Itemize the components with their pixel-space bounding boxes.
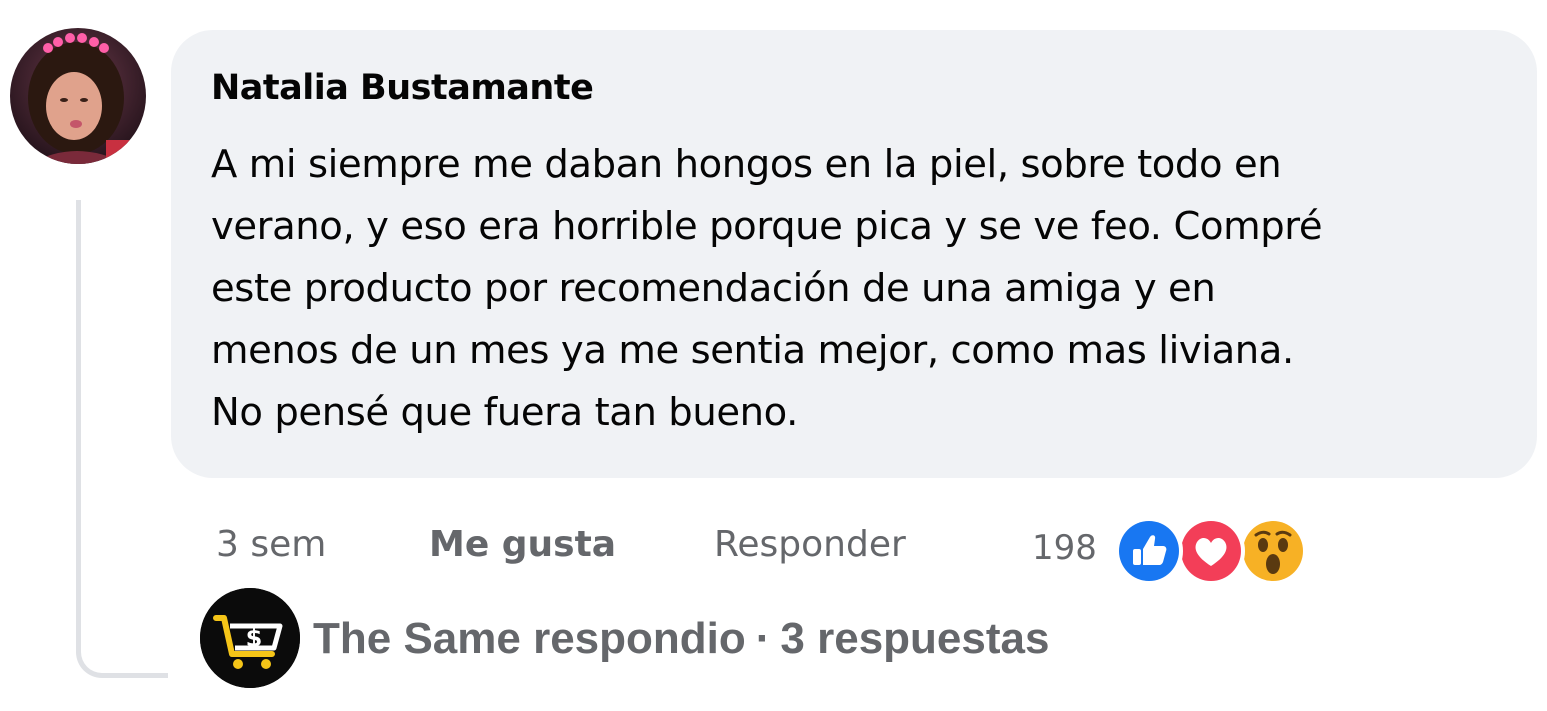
reaction-icons[interactable] (1115, 517, 1310, 585)
reply-button[interactable]: Responder (714, 524, 906, 565)
comment-line: este producto por recomendación de una a… (211, 266, 1216, 311)
reaction-count[interactable]: 198 (1032, 528, 1097, 568)
like-icon (1115, 517, 1183, 585)
comment-line: No pensé que fuera tan bueno. (211, 390, 798, 435)
profile-photo (10, 28, 146, 164)
comment-author[interactable]: Natalia Bustamante (211, 68, 594, 108)
comment-line: verano, y eso era horrible porque pica y… (211, 204, 1323, 249)
view-replies-link[interactable]: The Same respondio · 3 respuestas (313, 614, 1049, 664)
like-button[interactable]: Me gusta (429, 524, 616, 565)
replies-separator: · (755, 614, 771, 663)
svg-text:$: $ (246, 624, 263, 652)
comment-thread: Natalia Bustamante A mi siempre me daban… (0, 0, 1547, 711)
replies-author: The Same respondio (313, 614, 746, 663)
cart-logo-icon: $ (200, 588, 300, 688)
comment-line: A mi siempre me daban hongos en la piel,… (211, 142, 1282, 187)
comment-timestamp[interactable]: 3 sem (216, 524, 326, 565)
wow-icon (1239, 517, 1307, 585)
thread-connector (76, 200, 168, 678)
avatar[interactable] (10, 28, 146, 164)
comment-line: menos de un mes ya me sentia mejor, como… (211, 328, 1294, 373)
love-icon (1177, 517, 1245, 585)
replies-count: 3 respuestas (780, 614, 1050, 663)
brand-avatar[interactable]: $ (200, 588, 300, 688)
comment-bubble: Natalia Bustamante A mi siempre me daban… (171, 30, 1537, 478)
comment-text: A mi siempre me daban hongos en la piel,… (211, 134, 1531, 444)
